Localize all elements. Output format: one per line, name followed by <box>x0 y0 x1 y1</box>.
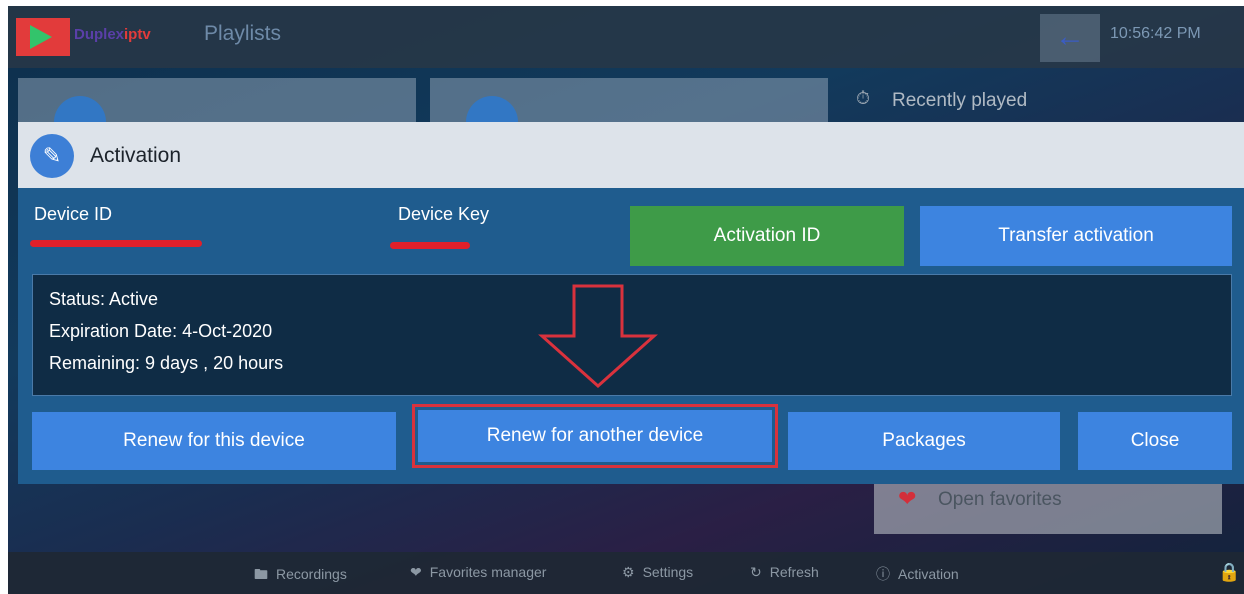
device-key-label: Device Key <box>398 204 490 224</box>
recently-played[interactable]: ⏱ Recently played <box>842 78 1244 128</box>
history-icon: ⏱ <box>856 88 871 108</box>
activation-dialog: ✎ Activation Device ID Device Key Activa… <box>18 122 1244 484</box>
expiration-date: Expiration Date: 4-Oct-2020 <box>49 321 273 341</box>
dialog-header: ✎ Activation <box>18 122 1244 188</box>
device-id-redaction <box>30 240 202 247</box>
heart-icon: ❤ <box>898 486 917 511</box>
bottom-item-recordings[interactable]: 🖿 Recordings <box>254 564 347 588</box>
bottom-item-refresh[interactable]: ↻ Refresh <box>750 564 819 581</box>
brand-name: Duplexiptv <box>74 26 151 43</box>
arrow-left-icon: ← <box>1055 20 1085 53</box>
info-icon: ⓘ <box>876 566 890 582</box>
close-button[interactable]: Close <box>1078 412 1232 470</box>
playlist-card[interactable] <box>430 78 828 148</box>
activation-id-button[interactable]: Activation ID <box>630 206 904 266</box>
heart-icon: ❤ <box>410 564 422 580</box>
bottom-bar: 🖿 Recordings ❤ Favorites manager ⚙ Settings… <box>8 552 1244 594</box>
top-bar: Duplexiptv Playlists ← 10:56:42 PM <box>8 6 1244 68</box>
bottom-item-favorites-manager[interactable]: ❤ Favorites manager <box>410 564 546 581</box>
folder-icon: 🖿 <box>254 566 268 582</box>
refresh-icon: ↻ <box>750 564 762 580</box>
dialog-title: Activation <box>90 144 182 167</box>
remaining-time: Remaining: 9 days , 20 hours <box>49 353 284 373</box>
down-arrow-annotation-icon <box>538 284 658 389</box>
edit-note-icon: ✎ <box>30 134 74 178</box>
renew-this-device-button[interactable]: Renew for this device <box>32 412 396 470</box>
bottom-item-activation[interactable]: ⓘ Activation <box>876 564 959 584</box>
open-favorites-button[interactable]: ❤ Open favorites <box>874 476 1222 534</box>
app-logo <box>16 18 70 56</box>
transfer-activation-button[interactable]: Transfer activation <box>920 206 1232 266</box>
gear-icon: ⚙ <box>622 564 635 580</box>
app-screen: Duplexiptv Playlists ← 10:56:42 PM ⏱ Rec… <box>8 6 1244 594</box>
playlist-card[interactable] <box>18 78 416 148</box>
play-logo-icon <box>30 25 52 49</box>
status-text: Status: Active <box>49 289 159 309</box>
page-title: Playlists <box>204 22 282 45</box>
device-key-redaction <box>390 242 470 249</box>
device-id-label: Device ID <box>34 204 113 224</box>
packages-button[interactable]: Packages <box>788 412 1060 470</box>
clock: 10:56:42 PM <box>1110 25 1201 42</box>
lock-icon: 🔒 <box>1218 562 1241 582</box>
highlight-box <box>412 404 778 468</box>
bottom-item-settings[interactable]: ⚙ Settings <box>622 564 693 581</box>
back-button[interactable]: ← <box>1040 14 1100 62</box>
